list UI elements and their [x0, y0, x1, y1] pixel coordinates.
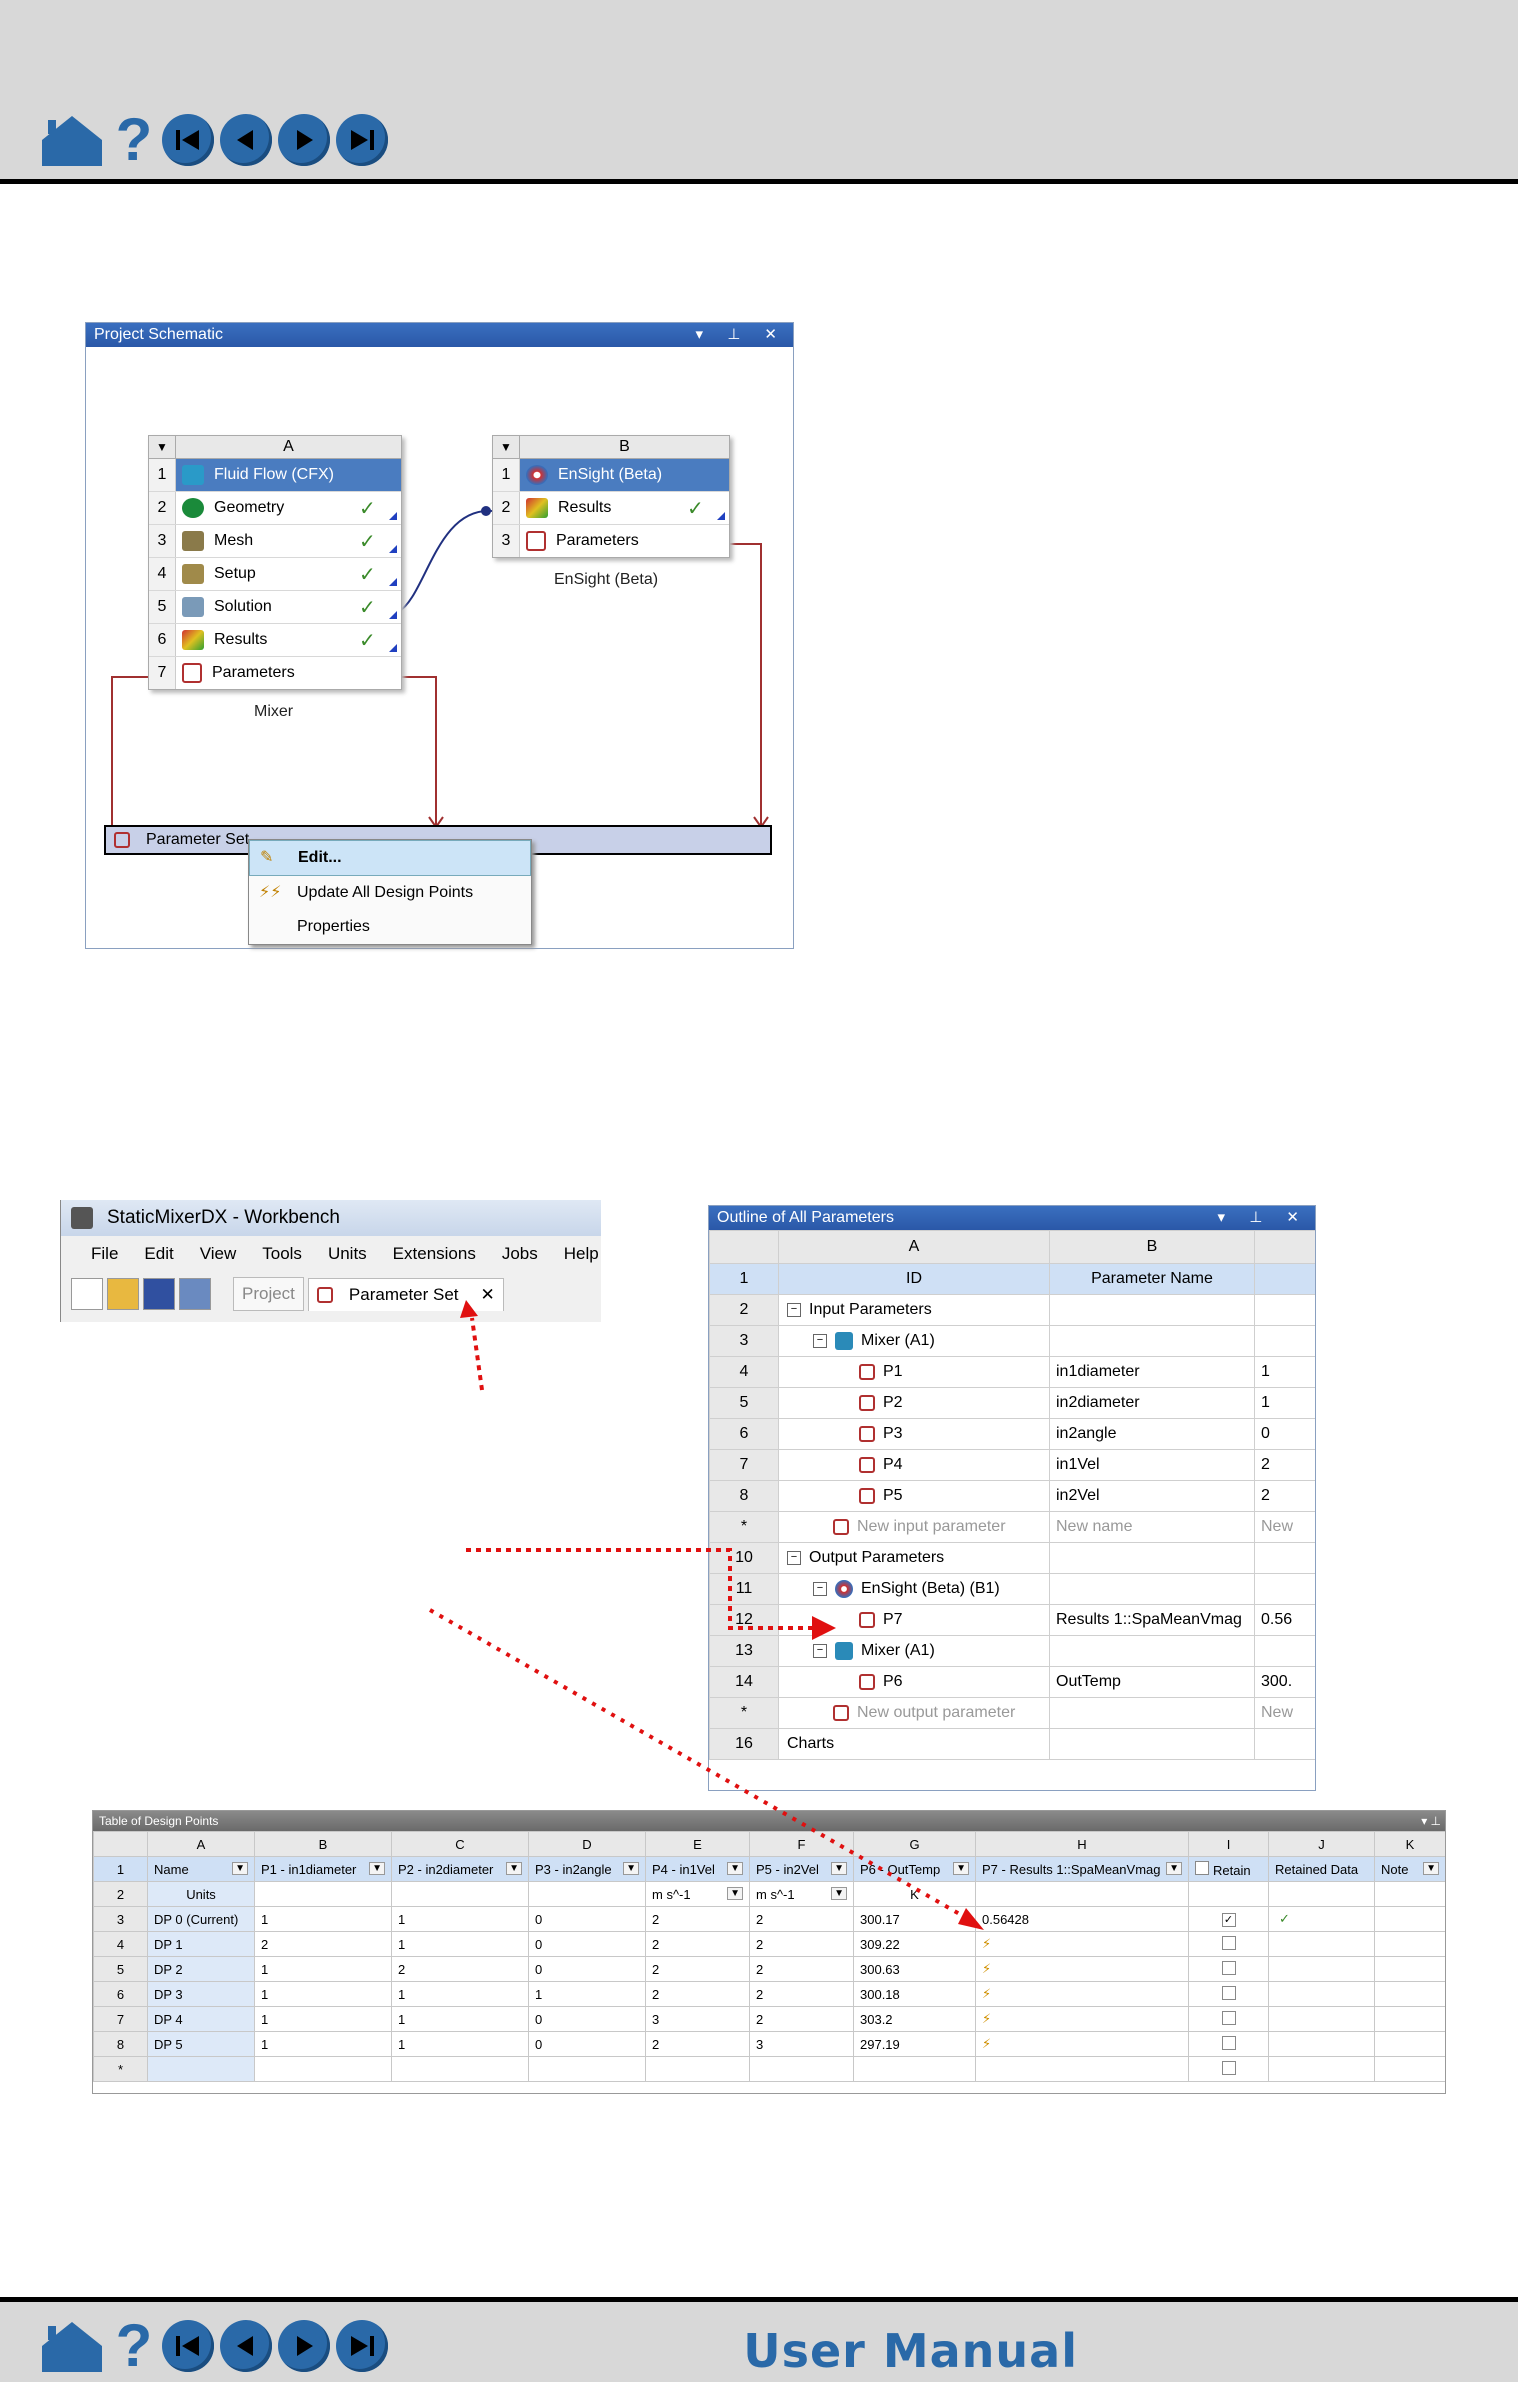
last-page-icon[interactable] [336, 2320, 388, 2372]
home-icon[interactable] [38, 2318, 106, 2374]
help-icon[interactable]: ? [112, 2316, 156, 2376]
first-page-icon[interactable] [162, 2320, 214, 2372]
footer-nav: ? [38, 2316, 388, 2376]
next-page-icon[interactable] [278, 2320, 330, 2372]
footer-title: User Manual [743, 2324, 1078, 2378]
page-footer: ? User Manual [0, 2297, 1518, 2382]
prev-page-icon[interactable] [220, 2320, 272, 2372]
annotation-arrows [429, 1300, 984, 1930]
